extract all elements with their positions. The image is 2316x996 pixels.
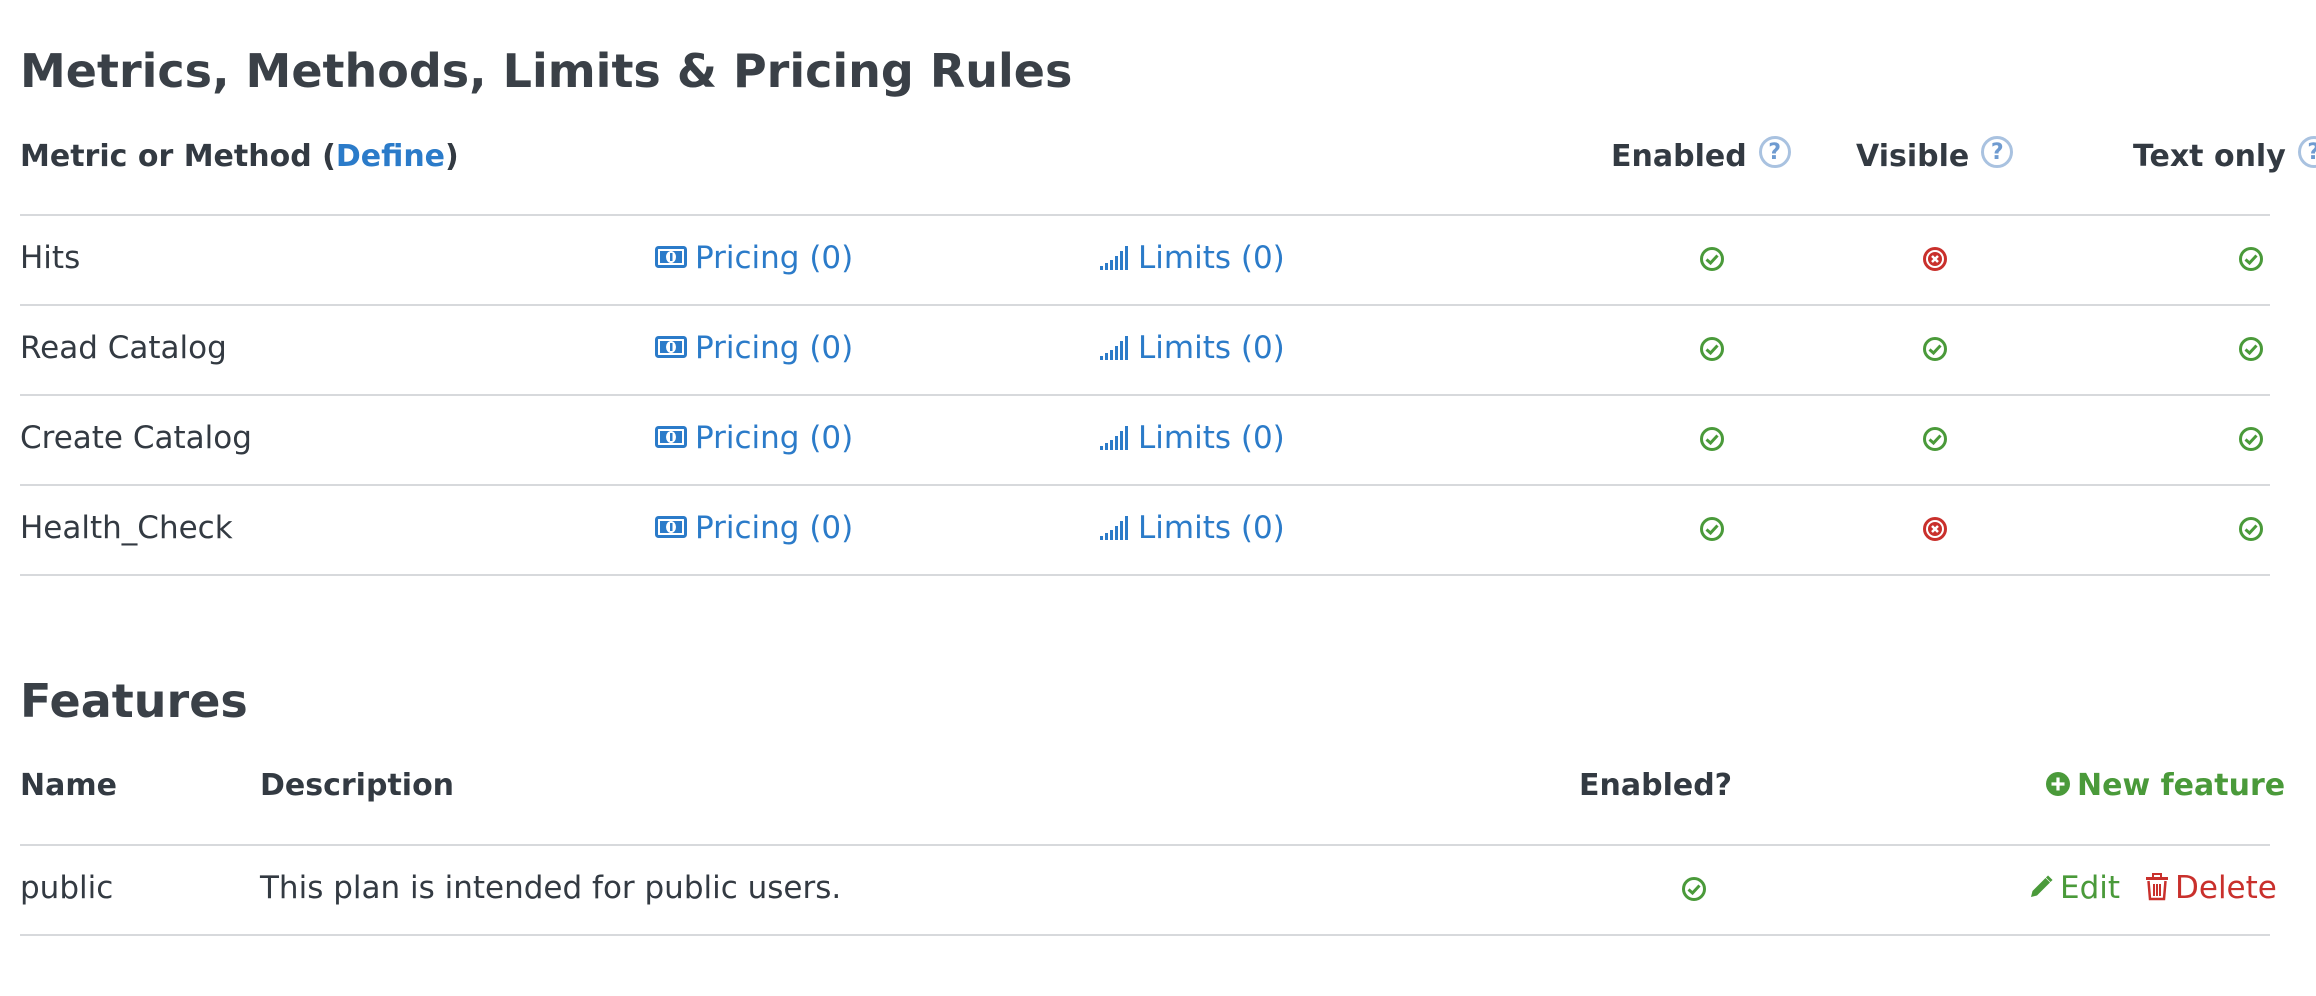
- trash-icon: [2146, 872, 2168, 900]
- visible-check-icon: [1923, 337, 1947, 361]
- new-feature-label: New feature: [2077, 768, 2286, 803]
- enabled-header-label: Enabled: [1611, 139, 1747, 174]
- metric-header-suffix: ): [445, 139, 459, 174]
- signal-bars-icon: [1100, 245, 1128, 270]
- features-row-divider: [20, 934, 2270, 936]
- limits-label: Limits (0): [1138, 330, 1285, 366]
- pricing-link[interactable]: Pricing (0): [655, 243, 853, 274]
- feature-description-header: Description: [260, 768, 455, 803]
- enabled-check-icon: [1700, 247, 1724, 271]
- money-icon: [655, 245, 687, 268]
- feature-name-header: Name: [20, 768, 117, 803]
- metrics-row-divider: [20, 574, 2270, 576]
- text-only-help-icon[interactable]: ?: [2297, 136, 2316, 168]
- visible-help-icon[interactable]: ?: [1981, 136, 2014, 168]
- enabled-help-icon[interactable]: ?: [1758, 136, 1791, 168]
- delete-feature-button[interactable]: Delete: [2145, 870, 2277, 906]
- visible-cross-icon: [1923, 247, 1947, 271]
- metric-header-prefix: Metric or Method (: [20, 139, 336, 174]
- plus-circle-icon: [2046, 771, 2070, 796]
- pricing-label: Pricing (0): [695, 330, 854, 366]
- enabled-header: Enabled?: [1611, 136, 1791, 174]
- signal-bars-icon: [1100, 425, 1128, 450]
- text-only-check-icon: [2239, 247, 2263, 271]
- feature-enabled-check-icon: [1682, 877, 1706, 901]
- metrics-row-divider: [20, 484, 2270, 486]
- limits-link[interactable]: Limits (0): [1100, 513, 1285, 544]
- metric-or-method-header: Metric or Method (Define): [20, 142, 459, 172]
- limits-label: Limits (0): [1138, 420, 1285, 456]
- delete-label: Delete: [2175, 870, 2277, 906]
- text-only-check-icon: [2239, 427, 2263, 451]
- metric-name: Create Catalog: [20, 420, 252, 456]
- limits-link[interactable]: Limits (0): [1100, 423, 1285, 454]
- text-only-header-label: Text only: [2133, 139, 2286, 174]
- text-only-header: Text only?: [2133, 136, 2316, 174]
- feature-name: public: [20, 870, 114, 906]
- pricing-label: Pricing (0): [695, 240, 854, 276]
- enabled-check-icon: [1700, 337, 1724, 361]
- limits-link[interactable]: Limits (0): [1100, 333, 1285, 364]
- edit-feature-button[interactable]: Edit: [2028, 873, 2120, 904]
- visible-check-icon: [1923, 427, 1947, 451]
- define-link[interactable]: Define: [336, 139, 445, 174]
- features-section-title: Features: [20, 674, 248, 728]
- visible-header-label: Visible: [1856, 139, 1970, 174]
- text-only-check-icon: [2239, 517, 2263, 541]
- pricing-link[interactable]: Pricing (0): [655, 333, 853, 364]
- metric-name: Read Catalog: [20, 330, 227, 366]
- signal-bars-icon: [1100, 335, 1128, 360]
- pricing-link[interactable]: Pricing (0): [655, 423, 853, 454]
- limits-label: Limits (0): [1138, 510, 1285, 546]
- text-only-check-icon: [2239, 337, 2263, 361]
- visible-cross-icon: [1923, 517, 1947, 541]
- feature-description: This plan is intended for public users.: [260, 870, 842, 906]
- limits-link[interactable]: Limits (0): [1100, 243, 1285, 274]
- enabled-check-icon: [1700, 427, 1724, 451]
- money-icon: [655, 335, 687, 358]
- signal-bars-icon: [1100, 515, 1128, 540]
- metrics-header-divider: [20, 214, 2270, 216]
- money-icon: [655, 425, 687, 448]
- pencil-icon: [2031, 874, 2053, 897]
- edit-label: Edit: [2060, 870, 2121, 906]
- metrics-section-title: Metrics, Methods, Limits & Pricing Rules: [20, 44, 1073, 98]
- pricing-label: Pricing (0): [695, 510, 854, 546]
- feature-enabled-header: Enabled?: [1579, 768, 1733, 803]
- visible-header: Visible?: [1856, 136, 2014, 174]
- new-feature-button[interactable]: New feature: [2045, 771, 2285, 801]
- money-icon: [655, 515, 687, 538]
- metric-name: Hits: [20, 240, 81, 276]
- pricing-label: Pricing (0): [695, 420, 854, 456]
- features-header-divider: [20, 844, 2270, 846]
- metrics-row-divider: [20, 304, 2270, 306]
- metrics-row-divider: [20, 394, 2270, 396]
- enabled-check-icon: [1700, 517, 1724, 541]
- page: Metrics, Methods, Limits & Pricing Rules…: [0, 0, 2316, 996]
- metric-name: Health_Check: [20, 510, 233, 546]
- limits-label: Limits (0): [1138, 240, 1285, 276]
- pricing-link[interactable]: Pricing (0): [655, 513, 853, 544]
